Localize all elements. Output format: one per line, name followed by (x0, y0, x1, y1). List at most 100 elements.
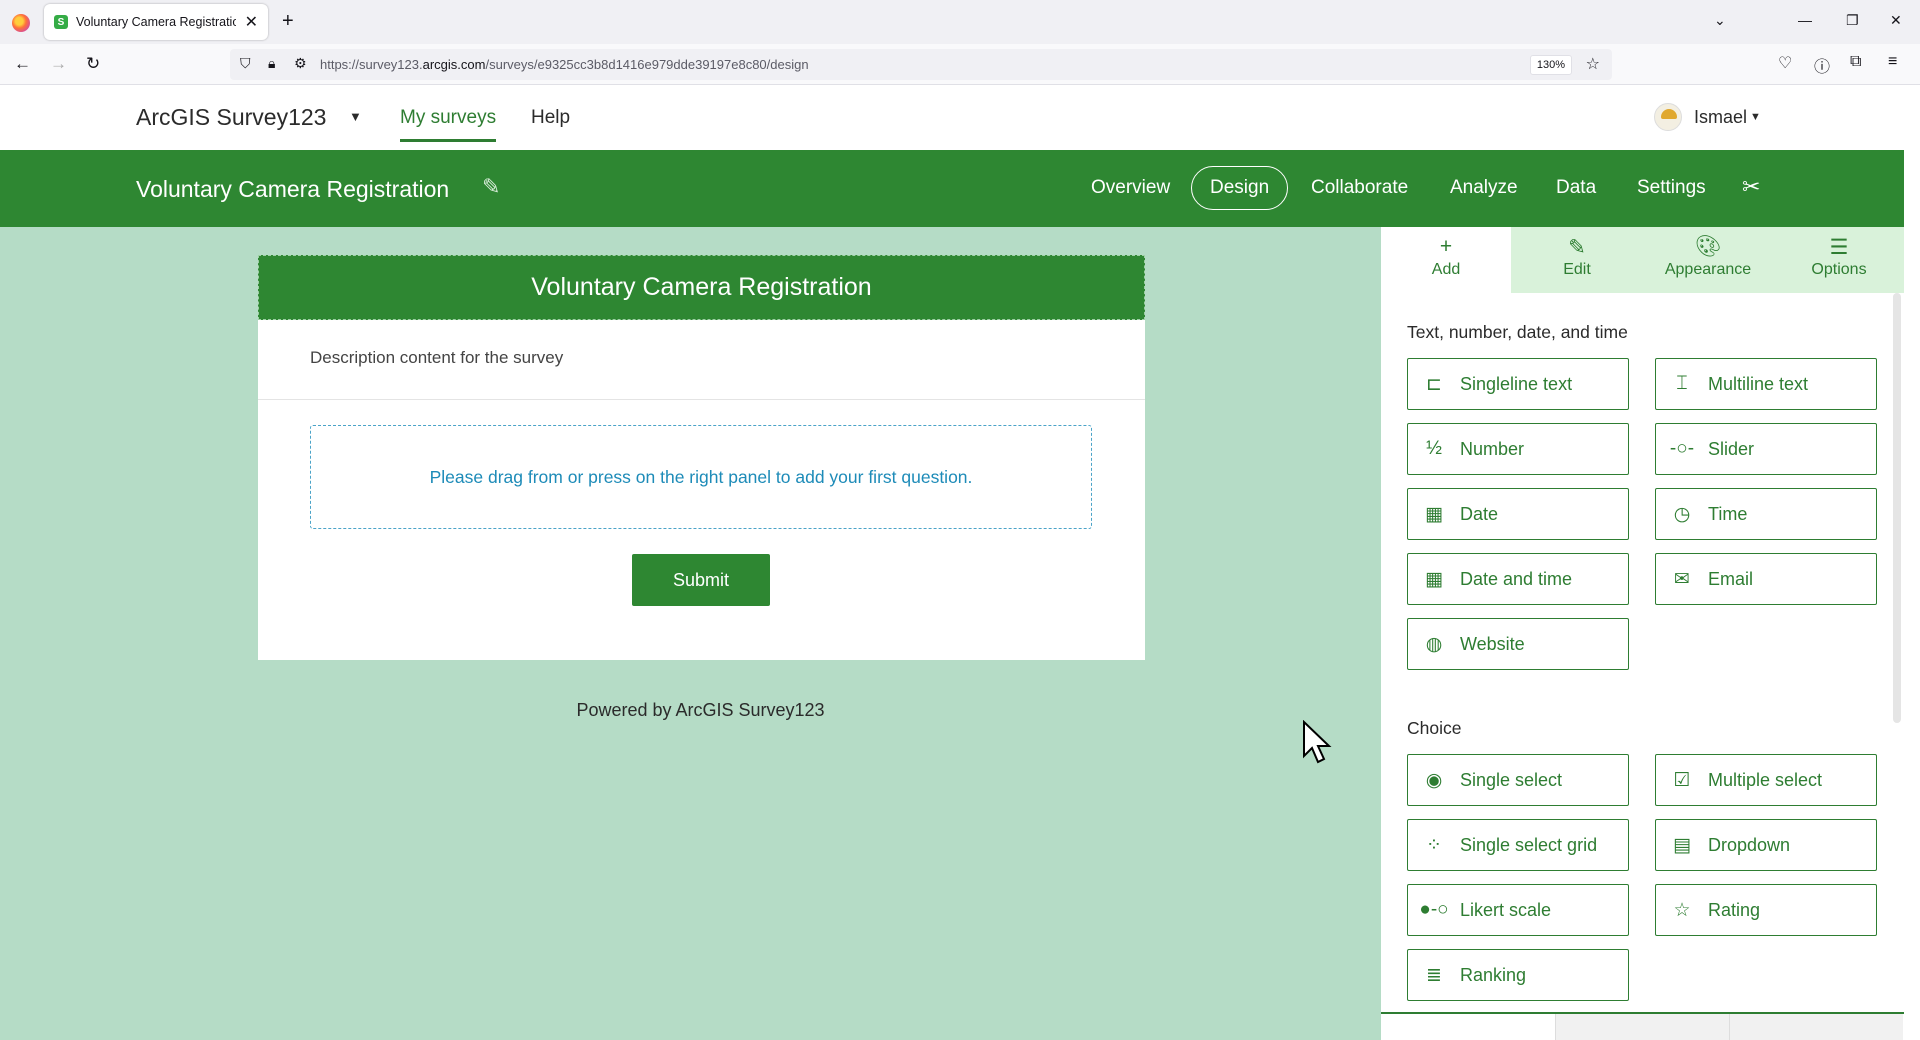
app-switcher-caret-icon[interactable]: ▼ (349, 109, 362, 124)
tab-data[interactable]: Data (1556, 177, 1596, 199)
design-canvas: Voluntary Camera Registration Descriptio… (0, 227, 1381, 1040)
panel-tab-options[interactable]: ☰ Options (1774, 227, 1904, 293)
add-time-button[interactable]: ◷ Time (1655, 488, 1877, 540)
close-window-icon[interactable]: ✕ (1890, 12, 1902, 29)
forward-icon[interactable]: → (50, 54, 67, 74)
browser-tabbar: S Voluntary Camera Registration ✕ + ⌄ — … (0, 0, 1920, 44)
grid-icon: ⁘ (1426, 834, 1442, 856)
likert-icon: ●-○ (1419, 899, 1449, 920)
tab-analyze[interactable]: Analyze (1450, 177, 1518, 199)
question-panel: + Add ✎ Edit 🎨︎ Appearance ☰ Options Tex… (1381, 227, 1904, 1040)
add-single-select-button[interactable]: ◉ Single select (1407, 754, 1629, 806)
panel-tab-edit[interactable]: ✎ Edit (1512, 227, 1642, 293)
panel-bottom-tabs (1381, 1012, 1904, 1040)
back-icon[interactable]: ← (14, 54, 31, 74)
edit-name-pencil-icon[interactable]: ✎ (482, 174, 500, 200)
browser-tab[interactable]: S Voluntary Camera Registration ✕ (44, 4, 268, 40)
pocket-icon[interactable]: ♡ (1778, 53, 1792, 73)
add-singleline-text-button[interactable]: ⊏ Singleline text (1407, 358, 1629, 410)
minimize-icon[interactable]: — (1798, 12, 1812, 28)
add-email-button[interactable]: ✉ Email (1655, 553, 1877, 605)
menu-icon[interactable]: ≡ (1888, 53, 1897, 71)
add-dropdown-button[interactable]: ▤ Dropdown (1655, 819, 1877, 871)
user-name: Ismael (1694, 106, 1748, 127)
close-tab-icon[interactable]: ✕ (245, 12, 258, 32)
radio-icon: ◉ (1425, 769, 1443, 791)
ranking-icon: ≣ (1426, 964, 1442, 986)
add-date-and-time-button[interactable]: ▦ Date and time (1407, 553, 1629, 605)
multiline-icon: ⌶ (1676, 373, 1688, 394)
nav-my-surveys[interactable]: My surveys (400, 107, 497, 142)
form-header[interactable]: Voluntary Camera Registration (258, 255, 1145, 320)
powered-by-text: Powered by ArcGIS Survey123 (576, 700, 825, 720)
envelope-icon: ✉ (1674, 568, 1690, 590)
tab-design[interactable]: Design (1191, 166, 1289, 210)
avatar (1654, 103, 1682, 131)
browser-navbar: ← → ↻ ⛉ 🔒︎ ⚙ https://survey123.arcgis.co… (0, 44, 1920, 85)
add-ranking-button[interactable]: ≣ Ranking (1407, 949, 1629, 1001)
reload-icon[interactable]: ↻ (86, 54, 100, 74)
add-rating-button[interactable]: ☆ Rating (1655, 884, 1877, 936)
palette-icon: 🎨︎ (1694, 235, 1722, 258)
tab-overview[interactable]: Overview (1091, 177, 1170, 199)
survey-form: Voluntary Camera Registration Descriptio… (258, 255, 1145, 660)
sliders-icon: ☰ (1829, 236, 1849, 259)
url-text[interactable]: https://survey123.arcgis.com/surveys/e93… (320, 57, 809, 72)
panel-tab-add[interactable]: + Add (1381, 227, 1511, 293)
add-single-select-grid-button[interactable]: ⁘ Single select grid (1407, 819, 1629, 871)
bottom-tab-1[interactable] (1381, 1014, 1555, 1040)
number-icon: ½ (1426, 438, 1442, 459)
add-number-button[interactable]: ½ Number (1407, 423, 1629, 475)
app-header: ArcGIS Survey123 ▼ My surveys Help Ismae… (0, 85, 1904, 150)
lock-icon[interactable]: 🔒︎ (268, 55, 275, 72)
info-icon[interactable]: ⓘ (1814, 53, 1830, 77)
plus-icon: + (1439, 235, 1453, 258)
zoom-level[interactable]: 130% (1529, 55, 1572, 75)
app-title[interactable]: ArcGIS Survey123 (136, 104, 326, 131)
permissions-icon[interactable]: ⚙ (294, 55, 307, 72)
firefox-icon[interactable] (12, 14, 30, 32)
calendar-clock-icon: ▦ (1425, 568, 1443, 590)
tab-collaborate[interactable]: Collaborate (1311, 177, 1408, 199)
extensions-icon[interactable]: ⧉ (1850, 53, 1861, 71)
panel-tabs: + Add ✎ Edit 🎨︎ Appearance ☰ Options (1381, 227, 1904, 293)
panel-tab-appearance[interactable]: 🎨︎ Appearance (1643, 227, 1773, 293)
user-menu[interactable]: Ismael ▼ (1654, 103, 1761, 131)
checkbox-icon: ☑ (1673, 769, 1691, 791)
bottom-tab-2[interactable] (1555, 1014, 1729, 1040)
add-slider-button[interactable]: -○- Slider (1655, 423, 1877, 475)
section-choice: Choice (1407, 718, 1462, 738)
tools-icon[interactable]: ✂ (1742, 174, 1760, 200)
tab-settings[interactable]: Settings (1637, 177, 1706, 199)
url-bar[interactable]: ⛉ 🔒︎ ⚙ https://survey123.arcgis.com/surv… (230, 49, 1612, 80)
add-website-button[interactable]: ◍ Website (1407, 618, 1629, 670)
bookmark-star-icon[interactable]: ☆ (1586, 54, 1600, 74)
add-multiline-text-button[interactable]: ⌶ Multiline text (1655, 358, 1877, 410)
tab-title: Voluntary Camera Registration (76, 15, 236, 29)
mouse-cursor-icon (1303, 720, 1332, 764)
globe-icon: ◍ (1425, 633, 1443, 655)
slider-icon: -○- (1669, 438, 1695, 459)
bottom-tab-3[interactable] (1729, 1014, 1903, 1040)
section-title-text: Text, number, date, and time (1407, 322, 1628, 342)
pencil-icon: ✎ (1568, 236, 1586, 259)
survey-name: Voluntary Camera Registration (136, 176, 450, 202)
new-tab-icon[interactable]: + (282, 10, 294, 33)
form-description[interactable]: Description content for the survey (258, 320, 1145, 400)
survey-bar: Voluntary Camera Registration ✎ Overview… (0, 150, 1904, 227)
shield-icon[interactable]: ⛉ (240, 55, 251, 72)
submit-button[interactable]: Submit (632, 554, 770, 606)
add-date-button[interactable]: ▦ Date (1407, 488, 1629, 540)
question-dropzone[interactable]: Please drag from or press on the right p… (310, 425, 1092, 529)
restore-icon[interactable]: ❐ (1846, 12, 1859, 29)
nav-help[interactable]: Help (531, 107, 570, 129)
add-likert-scale-button[interactable]: ●-○ Likert scale (1407, 884, 1629, 936)
list-tabs-icon[interactable]: ⌄ (1714, 12, 1726, 29)
dropdown-icon: ▤ (1673, 834, 1691, 856)
star-icon: ☆ (1673, 899, 1691, 921)
user-caret-icon: ▼ (1750, 111, 1761, 123)
singleline-icon: ⊏ (1426, 373, 1442, 395)
add-multiple-select-button[interactable]: ☑ Multiple select (1655, 754, 1877, 806)
clock-icon: ◷ (1673, 503, 1691, 525)
panel-scrollbar[interactable] (1893, 293, 1901, 723)
